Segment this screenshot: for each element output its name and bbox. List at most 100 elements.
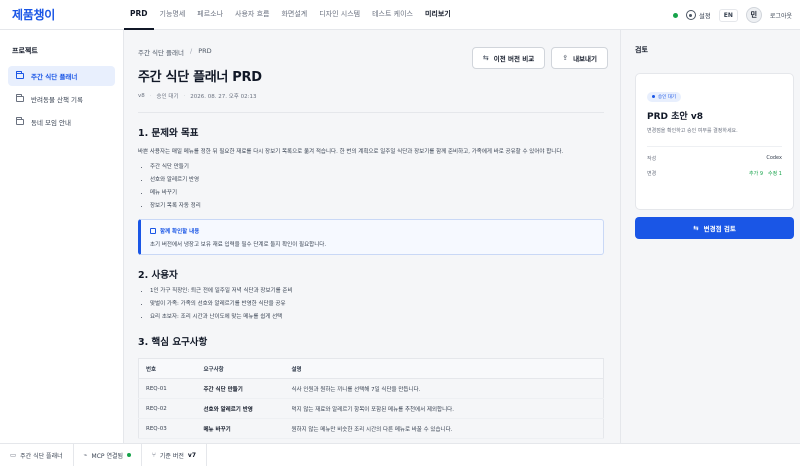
table-row: REQ-02 선호와 알레르기 반영 먹지 않는 재료와 알레르기 항목이 포함… bbox=[138, 398, 604, 419]
callout-body: 초기 버전에서 냉장고 보유 재료 입력을 필수 단계로 둘지 확인이 필요합니… bbox=[150, 242, 327, 248]
changes-key: 변경 bbox=[647, 171, 657, 177]
breadcrumb-project[interactable]: 주간 식단 플래너 bbox=[138, 47, 184, 57]
tab-screen-design[interactable]: 화면설계 bbox=[275, 0, 313, 30]
export-button[interactable]: ⇪ 내보내기 bbox=[551, 47, 608, 69]
list-item: 메뉴 바꾸기 bbox=[150, 188, 604, 198]
meta-separator: · bbox=[183, 93, 186, 99]
changes-modified: 수정 1 bbox=[768, 171, 782, 177]
review-button-label: 변경점 검토 bbox=[703, 225, 736, 233]
tab-test-cases[interactable]: 테스트 케이스 bbox=[366, 0, 419, 30]
tab-feature-spec[interactable]: 기능명세 bbox=[154, 0, 192, 30]
review-card: 승인 대기 PRD 초안 v8 변경점을 확인하고 승인 여부를 결정하세요. … bbox=[635, 73, 794, 210]
cell-requirement: 메뉴 바꾸기 bbox=[196, 418, 285, 439]
document-area: 주간 식단 플래너 / PRD 주간 식단 플래너 PRD v8 · 승인 대기… bbox=[124, 30, 620, 443]
version-label: v8 bbox=[138, 93, 145, 99]
status-base-version[interactable]: ⑂ 기준 버전 v7 bbox=[142, 443, 207, 466]
breadcrumb-current: PRD bbox=[198, 47, 212, 55]
section-paragraph: 바쁜 사용자는 매일 메뉴를 정한 뒤 필요한 재료를 다시 장보기 목록으로 … bbox=[138, 149, 564, 155]
top-nav: PRD 기능명세 페르소나 사용자 흐름 화면설계 디자인 시스템 테스트 케이… bbox=[124, 0, 457, 30]
list-item: 장보기 목록 자동 정리 bbox=[150, 201, 604, 211]
callout-title-text: 함께 확인할 내용 bbox=[160, 229, 200, 235]
cell-id: REQ-02 bbox=[138, 398, 197, 419]
sidebar-item-pet-walk[interactable]: 반려동물 산책 기록 bbox=[8, 89, 115, 109]
status-project[interactable]: ▭ 주간 식단 플래너 bbox=[0, 443, 74, 466]
logout-link[interactable]: 로그아웃 bbox=[770, 11, 792, 20]
compare-icon: ⇆ bbox=[482, 54, 489, 62]
note-icon bbox=[150, 228, 156, 234]
list-item: 요리 초보자: 조리 시간과 난이도에 맞는 메뉴를 쉽게 선택 bbox=[150, 312, 604, 322]
cell-requirement: 주간 식단 만들기 bbox=[196, 378, 285, 399]
app-logo[interactable]: 제품챙이 bbox=[0, 6, 124, 23]
app-root: 제품챙이 PRD 기능명세 페르소나 사용자 흐름 화면설계 디자인 시스템 테… bbox=[0, 0, 800, 466]
callout-box: 함께 확인할 내용 초기 버전에서 냉장고 보유 재료 입력을 필수 단계로 둘… bbox=[138, 219, 604, 255]
tab-prd[interactable]: PRD bbox=[124, 0, 154, 30]
status-project-label: 주간 식단 플래너 bbox=[20, 452, 63, 460]
document-meta: v8 · 승인 대기 · 2026. 08. 27. 오후 02:13 bbox=[138, 92, 604, 100]
top-bar: 제품챙이 PRD 기능명세 페르소나 사용자 흐름 화면설계 디자인 시스템 테… bbox=[0, 0, 800, 30]
status-badge: 승인 대기 bbox=[647, 91, 681, 102]
status-badge-dot bbox=[652, 95, 655, 98]
avatar[interactable]: 민 bbox=[745, 7, 762, 23]
list-item: 1인 가구 직장인: 퇴근 전에 일주일 저녁 식단과 장보기를 준비 bbox=[150, 286, 604, 296]
tab-persona[interactable]: 페르소나 bbox=[191, 0, 229, 30]
list-item: 선호와 알레르기 반영 bbox=[150, 175, 604, 185]
goals-list: 주간 식단 만들기 선호와 알레르기 반영 메뉴 바꾸기 장보기 목록 자동 정… bbox=[138, 162, 604, 211]
updated-timestamp: 2026. 08. 27. 오후 02:13 bbox=[190, 94, 257, 100]
status-label: 승인 대기 bbox=[156, 94, 179, 100]
table-row: REQ-03 메뉴 바꾸기 원하지 않는 메뉴만 비슷한 조리 시간의 다른 메… bbox=[138, 418, 604, 439]
settings-button[interactable]: 설정 bbox=[685, 10, 711, 20]
compare-versions-button[interactable]: ⇆ 이전 버전 비교 bbox=[471, 47, 546, 69]
review-icon: ⇆ bbox=[693, 224, 699, 232]
compare-label: 이전 버전 비교 bbox=[493, 55, 535, 63]
changes-added: 추가 9 bbox=[749, 171, 764, 177]
tab-design-system[interactable]: 디자인 시스템 bbox=[313, 0, 366, 30]
language-toggle[interactable]: EN bbox=[718, 8, 738, 22]
table-header-row: 번호 요구사항 설명 bbox=[138, 358, 604, 379]
breadcrumb-separator: / bbox=[190, 47, 193, 55]
column-header-requirement: 요구사항 bbox=[196, 358, 285, 379]
cell-requirement: 선호와 알레르기 반영 bbox=[196, 398, 285, 419]
author-value: Codex bbox=[766, 155, 782, 161]
sidebar-heading: 프로젝트 bbox=[12, 47, 38, 55]
table-row: REQ-01 주간 식단 만들기 식사 인원과 원하는 끼니를 선택해 7일 식… bbox=[138, 378, 604, 399]
column-header-description: 설명 bbox=[284, 358, 604, 379]
cell-id: REQ-01 bbox=[138, 378, 197, 399]
connection-status-dot bbox=[672, 12, 678, 18]
column-header-id: 번호 bbox=[138, 358, 197, 379]
section-heading-problem: 1. 문제와 목표 bbox=[138, 128, 199, 139]
review-panel: 검토 승인 대기 PRD 초안 v8 변경점을 확인하고 승인 여부를 결정하세… bbox=[620, 30, 800, 443]
review-heading: 검토 bbox=[635, 46, 648, 54]
cell-id: REQ-03 bbox=[138, 418, 197, 439]
section-heading-users: 2. 사용자 bbox=[138, 270, 178, 281]
review-changes-button[interactable]: ⇆ 변경점 검토 bbox=[635, 217, 794, 239]
list-item: 맞벌이 가족: 가족의 선호와 알레르기를 반영한 식단을 공유 bbox=[150, 299, 604, 309]
link-icon: ⌁ bbox=[83, 451, 88, 459]
author-row: 작성 Codex bbox=[647, 155, 782, 162]
sidebar-item-meal-planner[interactable]: 주간 식단 플래너 bbox=[8, 66, 115, 86]
tab-preview[interactable]: 미리보기 bbox=[419, 0, 457, 30]
author-key: 작성 bbox=[647, 156, 657, 162]
folder-icon bbox=[16, 117, 24, 125]
base-version-value: v7 bbox=[187, 451, 196, 459]
tab-user-flow[interactable]: 사용자 흐름 bbox=[229, 0, 275, 30]
export-label: 내보내기 bbox=[573, 55, 597, 63]
review-card-subtitle: 변경점을 확인하고 승인 여부를 결정하세요. bbox=[647, 128, 738, 134]
changes-value: 추가 9 수정 1 bbox=[749, 170, 782, 177]
status-bar: ▭ 주간 식단 플래너 ⌁ MCP 연결됨 ⑂ 기준 버전 v7 bbox=[0, 443, 800, 466]
document-actions: ⇆ 이전 버전 비교 ⇪ 내보내기 bbox=[471, 47, 608, 69]
sidebar-item-label: 동네 모임 안내 bbox=[31, 119, 72, 127]
project-sidebar: 프로젝트 주간 식단 플래너 반려동물 산책 기록 동네 모임 안내 bbox=[0, 30, 124, 443]
changes-row: 변경 추가 9 수정 1 bbox=[647, 170, 782, 177]
base-version-label: 기준 버전 bbox=[159, 452, 184, 460]
sidebar-item-neighborhood-meetup[interactable]: 동네 모임 안내 bbox=[8, 112, 115, 132]
sidebar-item-label: 주간 식단 플래너 bbox=[31, 73, 78, 81]
export-icon: ⇪ bbox=[562, 54, 569, 62]
cell-description: 원하지 않는 메뉴만 비슷한 조리 시간의 다른 메뉴로 바꿀 수 있습니다. bbox=[284, 418, 604, 439]
review-card-title: PRD 초안 v8 bbox=[647, 112, 703, 122]
gear-icon bbox=[685, 10, 696, 20]
status-mcp[interactable]: ⌁ MCP 연결됨 bbox=[74, 443, 142, 466]
prd-document: 주간 식단 플래너 / PRD 주간 식단 플래너 PRD v8 · 승인 대기… bbox=[138, 30, 604, 439]
settings-label: 설정 bbox=[698, 12, 711, 20]
meta-separator: · bbox=[149, 93, 152, 99]
list-item: 주간 식단 만들기 bbox=[150, 162, 604, 172]
